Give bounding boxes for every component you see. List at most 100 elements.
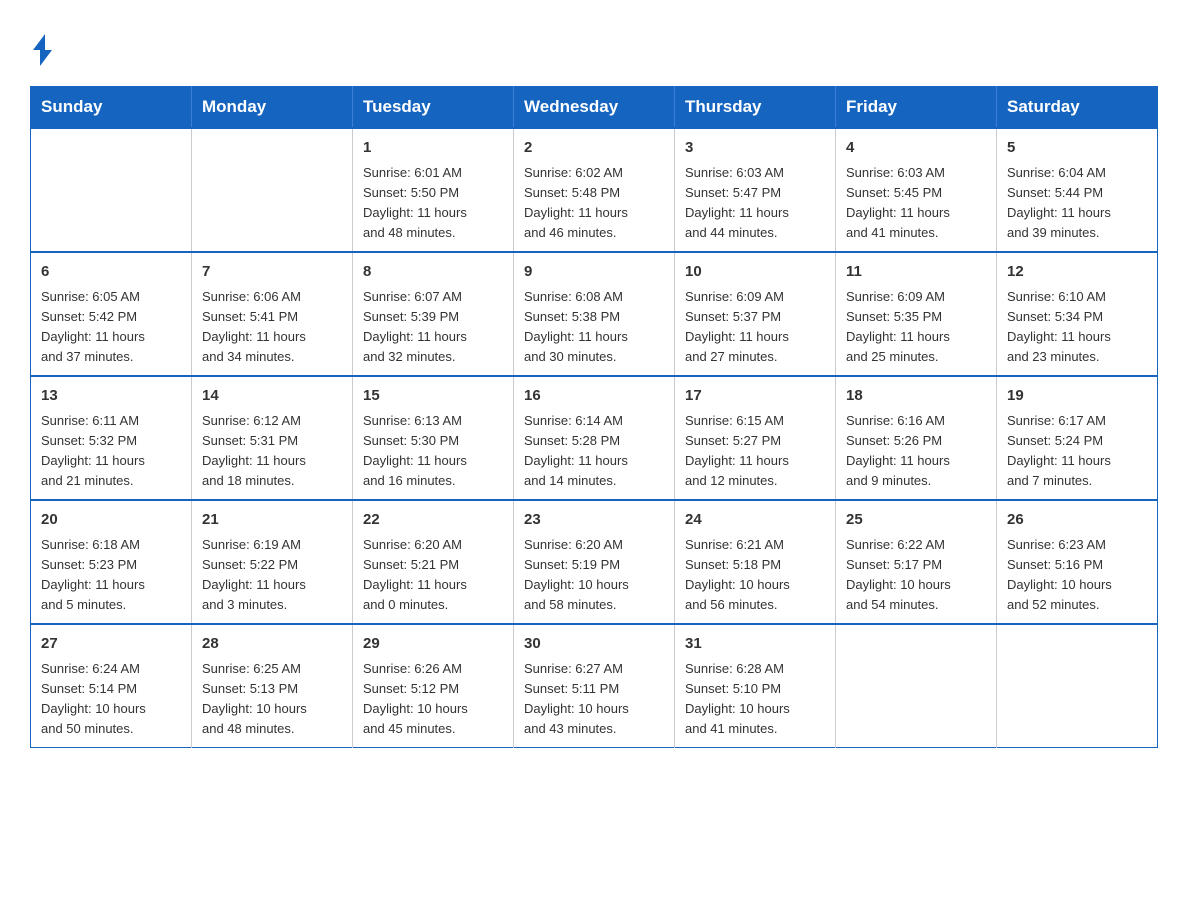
calendar-cell: [192, 128, 353, 252]
day-number: 12: [1007, 261, 1147, 284]
day-number: 1: [363, 137, 503, 160]
calendar-cell: 16 Sunrise: 6:14 AM Sunset: 5:28 PM Dayli…: [514, 376, 675, 500]
day-info: Sunrise: 6:20 AM Sunset: 5:21 PM Dayligh…: [363, 535, 503, 616]
day-info: Sunrise: 6:26 AM Sunset: 5:12 PM Dayligh…: [363, 659, 503, 740]
calendar-cell: 12Sunrise: 6:10 AM Sunset: 5:34 PM Dayli…: [997, 252, 1158, 376]
day-info: Sunrise: 6:25 AM Sunset: 5:13 PM Dayligh…: [202, 659, 342, 740]
day-number: 4: [846, 137, 986, 160]
calendar-week-row: 1 Sunrise: 6:01 AM Sunset: 5:50 PM Daylig…: [31, 128, 1158, 252]
calendar-cell: [31, 128, 192, 252]
calendar-cell: 15 Sunrise: 6:13 AM Sunset: 5:30 PM Dayli…: [353, 376, 514, 500]
day-number: 24: [685, 509, 825, 532]
calendar-cell: 29 Sunrise: 6:26 AM Sunset: 5:12 PM Dayli…: [353, 624, 514, 748]
day-info: Sunrise: 6:14 AM Sunset: 5:28 PM Dayligh…: [524, 411, 664, 492]
day-number: 15: [363, 385, 503, 408]
day-info: Sunrise: 6:18 AM Sunset: 5:23 PM Dayligh…: [41, 535, 181, 616]
calendar-cell: 17 Sunrise: 6:15 AM Sunset: 5:27 PM Dayli…: [675, 376, 836, 500]
calendar-cell: 23 Sunrise: 6:20 AM Sunset: 5:19 PM Dayli…: [514, 500, 675, 624]
calendar-cell: 5 Sunrise: 6:04 AM Sunset: 5:44 PM Daylig…: [997, 128, 1158, 252]
weekday-header-tuesday: Tuesday: [353, 87, 514, 129]
day-info: Sunrise: 6:22 AM Sunset: 5:17 PM Dayligh…: [846, 535, 986, 616]
day-info: Sunrise: 6:27 AM Sunset: 5:11 PM Dayligh…: [524, 659, 664, 740]
calendar-cell: 18 Sunrise: 6:16 AM Sunset: 5:26 PM Dayli…: [836, 376, 997, 500]
calendar-cell: 7 Sunrise: 6:06 AM Sunset: 5:41 PM Daylig…: [192, 252, 353, 376]
day-number: 18: [846, 385, 986, 408]
calendar-cell: [997, 624, 1158, 748]
day-number: 7: [202, 261, 342, 284]
day-number: 21: [202, 509, 342, 532]
day-info: Sunrise: 6:28 AM Sunset: 5:10 PM Dayligh…: [685, 659, 825, 740]
logo: [30, 20, 55, 66]
day-number: 13: [41, 385, 181, 408]
day-number: 22: [363, 509, 503, 532]
calendar-week-row: 20 Sunrise: 6:18 AM Sunset: 5:23 PM Dayli…: [31, 500, 1158, 624]
day-info: Sunrise: 6:02 AM Sunset: 5:48 PM Dayligh…: [524, 163, 664, 244]
day-info: Sunrise: 6:21 AM Sunset: 5:18 PM Dayligh…: [685, 535, 825, 616]
calendar-cell: 26 Sunrise: 6:23 AM Sunset: 5:16 PM Dayli…: [997, 500, 1158, 624]
day-info: Sunrise: 6:04 AM Sunset: 5:44 PM Dayligh…: [1007, 163, 1147, 244]
calendar-cell: 31 Sunrise: 6:28 AM Sunset: 5:10 PM Dayli…: [675, 624, 836, 748]
day-info: Sunrise: 6:24 AM Sunset: 5:14 PM Dayligh…: [41, 659, 181, 740]
weekday-header-friday: Friday: [836, 87, 997, 129]
header: [30, 20, 1158, 66]
day-info: Sunrise: 6:03 AM Sunset: 5:45 PM Dayligh…: [846, 163, 986, 244]
day-info: Sunrise: 6:09 AM Sunset: 5:37 PM Dayligh…: [685, 287, 825, 368]
calendar-cell: 19Sunrise: 6:17 AM Sunset: 5:24 PM Dayli…: [997, 376, 1158, 500]
calendar-cell: 21 Sunrise: 6:19 AM Sunset: 5:22 PM Dayli…: [192, 500, 353, 624]
day-number: 14: [202, 385, 342, 408]
calendar-cell: 27Sunrise: 6:24 AM Sunset: 5:14 PM Dayli…: [31, 624, 192, 748]
day-info: Sunrise: 6:19 AM Sunset: 5:22 PM Dayligh…: [202, 535, 342, 616]
calendar-cell: 8 Sunrise: 6:07 AM Sunset: 5:39 PM Daylig…: [353, 252, 514, 376]
day-number: 29: [363, 633, 503, 656]
day-info: Sunrise: 6:09 AM Sunset: 5:35 PM Dayligh…: [846, 287, 986, 368]
day-info: Sunrise: 6:16 AM Sunset: 5:26 PM Dayligh…: [846, 411, 986, 492]
calendar-cell: 9 Sunrise: 6:08 AM Sunset: 5:38 PM Daylig…: [514, 252, 675, 376]
calendar-cell: 6 Sunrise: 6:05 AM Sunset: 5:42 PM Daylig…: [31, 252, 192, 376]
day-info: Sunrise: 6:11 AM Sunset: 5:32 PM Dayligh…: [41, 411, 181, 492]
weekday-header-sunday: Sunday: [31, 87, 192, 129]
day-number: 26: [1007, 509, 1147, 532]
day-info: Sunrise: 6:23 AM Sunset: 5:16 PM Dayligh…: [1007, 535, 1147, 616]
calendar-cell: 14Sunrise: 6:12 AM Sunset: 5:31 PM Dayli…: [192, 376, 353, 500]
day-info: Sunrise: 6:15 AM Sunset: 5:27 PM Dayligh…: [685, 411, 825, 492]
day-info: Sunrise: 6:01 AM Sunset: 5:50 PM Dayligh…: [363, 163, 503, 244]
calendar-cell: 13 Sunrise: 6:11 AM Sunset: 5:32 PM Dayli…: [31, 376, 192, 500]
calendar-cell: 11 Sunrise: 6:09 AM Sunset: 5:35 PM Dayli…: [836, 252, 997, 376]
calendar-cell: [836, 624, 997, 748]
calendar-table: SundayMondayTuesdayWednesdayThursdayFrid…: [30, 86, 1158, 748]
day-number: 11: [846, 261, 986, 284]
day-info: Sunrise: 6:05 AM Sunset: 5:42 PM Dayligh…: [41, 287, 181, 368]
day-number: 5: [1007, 137, 1147, 160]
weekday-header-thursday: Thursday: [675, 87, 836, 129]
calendar-cell: 20 Sunrise: 6:18 AM Sunset: 5:23 PM Dayli…: [31, 500, 192, 624]
day-number: 2: [524, 137, 664, 160]
calendar-cell: 10 Sunrise: 6:09 AM Sunset: 5:37 PM Dayli…: [675, 252, 836, 376]
day-number: 31: [685, 633, 825, 656]
day-number: 28: [202, 633, 342, 656]
logo-triangle-icon: [33, 34, 45, 50]
day-number: 10: [685, 261, 825, 284]
day-number: 16: [524, 385, 664, 408]
day-info: Sunrise: 6:03 AM Sunset: 5:47 PM Dayligh…: [685, 163, 825, 244]
day-number: 6: [41, 261, 181, 284]
day-info: Sunrise: 6:13 AM Sunset: 5:30 PM Dayligh…: [363, 411, 503, 492]
day-number: 8: [363, 261, 503, 284]
calendar-week-row: 13 Sunrise: 6:11 AM Sunset: 5:32 PM Dayli…: [31, 376, 1158, 500]
calendar-cell: 28 Sunrise: 6:25 AM Sunset: 5:13 PM Dayli…: [192, 624, 353, 748]
calendar-cell: 22 Sunrise: 6:20 AM Sunset: 5:21 PM Dayli…: [353, 500, 514, 624]
calendar-cell: 1 Sunrise: 6:01 AM Sunset: 5:50 PM Daylig…: [353, 128, 514, 252]
weekday-header-saturday: Saturday: [997, 87, 1158, 129]
day-number: 9: [524, 261, 664, 284]
day-info: Sunrise: 6:07 AM Sunset: 5:39 PM Dayligh…: [363, 287, 503, 368]
day-info: Sunrise: 6:08 AM Sunset: 5:38 PM Dayligh…: [524, 287, 664, 368]
calendar-cell: 30 Sunrise: 6:27 AM Sunset: 5:11 PM Dayli…: [514, 624, 675, 748]
day-number: 20: [41, 509, 181, 532]
day-info: Sunrise: 6:17 AM Sunset: 5:24 PM Dayligh…: [1007, 411, 1147, 492]
day-info: Sunrise: 6:20 AM Sunset: 5:19 PM Dayligh…: [524, 535, 664, 616]
day-number: 30: [524, 633, 664, 656]
calendar-cell: 2 Sunrise: 6:02 AM Sunset: 5:48 PM Daylig…: [514, 128, 675, 252]
day-number: 23: [524, 509, 664, 532]
day-number: 3: [685, 137, 825, 160]
day-info: Sunrise: 6:06 AM Sunset: 5:41 PM Dayligh…: [202, 287, 342, 368]
day-number: 17: [685, 385, 825, 408]
